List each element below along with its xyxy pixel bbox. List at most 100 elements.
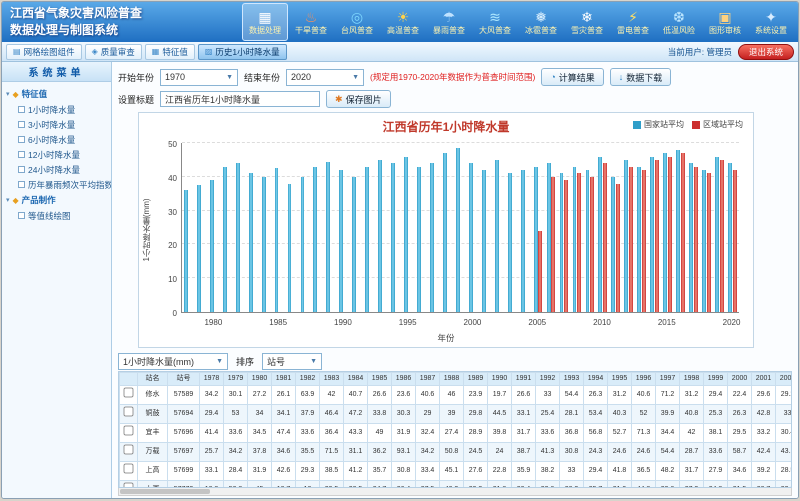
toolbar-item-雷电普查[interactable]: ⚡雷电普查 [610,3,656,41]
table-header-year[interactable]: 1978 [200,373,224,386]
bar-national-1978 [184,190,188,312]
bar-regional-2007 [564,180,568,312]
value-cell: 35.7 [368,462,392,481]
tab-质量审查[interactable]: ◈质量审查 [85,44,142,60]
chart-y-axis-label: 1小时降水量(mm) [141,198,152,261]
table-header-year[interactable]: 2002 [776,373,793,386]
tree-item-6小时降水量[interactable]: 6小时降水量 [4,132,109,147]
checkbox-icon[interactable] [18,151,25,158]
horizontal-scrollbar[interactable] [118,488,792,496]
sort-select[interactable]: 站号▼ [262,353,322,370]
title-controls-row: 设置标题 ✱保存图片 [118,88,792,110]
table-header-year[interactable]: 1990 [488,373,512,386]
toolbar-item-大风普查[interactable]: ≋大风普查 [472,3,518,41]
table-header-year[interactable]: 1980 [248,373,272,386]
table-header-year[interactable]: 1991 [512,373,536,386]
toolbar-item-台风普查[interactable]: ◎台风普查 [334,3,380,41]
row-checkbox[interactable] [124,445,134,455]
tab-特征值[interactable]: ▦特征值 [145,44,195,60]
table-header-year[interactable]: 1992 [536,373,560,386]
toolbar-item-冰雹普查[interactable]: ❅冰雹普查 [518,3,564,41]
scrollbar-thumb[interactable] [120,489,210,494]
table-header-name[interactable]: 站名 [138,373,168,386]
table-header-year[interactable]: 1999 [704,373,728,386]
start-year-select[interactable]: 1970▼ [160,69,238,86]
value-cell: 28.5 [776,462,793,481]
checkbox-icon[interactable] [18,121,25,128]
table-header-year[interactable]: 1989 [464,373,488,386]
tree-item-24小时降水量[interactable]: 24小时降水量 [4,162,109,177]
checkbox-icon[interactable] [18,166,25,173]
station-name: 修水 [138,386,168,405]
row-checkbox[interactable] [124,464,134,474]
element-filter-select[interactable]: 1小时降水量(mm)▼ [118,353,228,370]
table-row[interactable]: 宜丰5769641.433.634.547.433.636.443.34931.… [120,424,793,443]
table-row[interactable]: 万载5769725.734.237.834.635.571.531.136.29… [120,443,793,462]
table-header-year[interactable]: 1985 [368,373,392,386]
系统设置-icon: ✦ [765,9,777,25]
download-button[interactable]: ↓数据下载 [610,68,672,86]
toolbar-item-高温普查[interactable]: ☀高温普查 [380,3,426,41]
table-header-year[interactable]: 1996 [632,373,656,386]
table-header-year[interactable]: 1984 [344,373,368,386]
checkbox-icon[interactable] [18,181,25,188]
table-header-year[interactable]: 1995 [608,373,632,386]
tab-历史1小时降水量[interactable]: ▨历史1小时降水量 [198,44,287,60]
tree-item-等值线绘图[interactable]: 等值线绘图 [4,208,109,223]
table-header-year[interactable]: 1997 [656,373,680,386]
table-header-year[interactable]: 1979 [224,373,248,386]
bar-national-2010 [598,157,602,312]
toolbar-item-干旱普查[interactable]: ♨干旱普查 [288,3,334,41]
value-cell: 32.4 [416,424,440,443]
toolbar-item-数据处理[interactable]: ▦数据处理 [242,3,288,41]
toolbar-item-图形审核[interactable]: ▣图形审核 [702,3,748,41]
table-header-year[interactable]: 1988 [440,373,464,386]
table-header-year[interactable]: 1982 [296,373,320,386]
checkbox-icon[interactable] [18,106,25,113]
table-header-year[interactable]: 1986 [392,373,416,386]
table-header-year[interactable]: 1994 [584,373,608,386]
value-cell: 31.7 [512,424,536,443]
table-row[interactable]: 上高5769933.128.431.942.629.338.541.235.73… [120,462,793,481]
value-cell: 53.4 [584,405,608,424]
toolbar-item-雪灾普查[interactable]: ❄雪灾普查 [564,3,610,41]
row-checkbox[interactable] [124,388,134,398]
tree-item-3小时降水量[interactable]: 3小时降水量 [4,117,109,132]
tree-item-1小时降水量[interactable]: 1小时降水量 [4,102,109,117]
table-header-year[interactable]: 2000 [728,373,752,386]
checkbox-icon[interactable] [18,212,25,219]
tab-网格绘图组件[interactable]: ▤网格绘图组件 [6,44,82,60]
table-header-year[interactable]: 1993 [560,373,584,386]
table-header-year[interactable]: 2001 [752,373,776,386]
value-cell: 31.2 [608,386,632,405]
checkbox-icon[interactable] [18,136,25,143]
table-row[interactable]: 铜鼓5769429.4533434.137.946.447.233.830.32… [120,405,793,424]
row-checkbox[interactable] [124,407,134,417]
row-checkbox[interactable] [124,426,134,436]
tree-item-历年暴雨频次平均指数[interactable]: 历年暴雨频次平均指数 [4,177,109,192]
tree-item-12小时降水量[interactable]: 12小时降水量 [4,147,109,162]
value-cell: 33.1 [200,462,224,481]
end-year-select[interactable]: 2020▼ [286,69,364,86]
bar-national-1982 [236,163,240,312]
logout-button[interactable]: 退出系统 [738,44,794,60]
暴雨普查-icon: ☂ [443,9,456,25]
table-header-id[interactable]: 站号 [168,373,200,386]
chart-title-input[interactable] [160,91,320,107]
tree-group-特征值[interactable]: ▾◆特征值 [4,86,109,102]
calculate-button[interactable]: ◔计算结果 [541,68,603,86]
table-header-year[interactable]: 1983 [320,373,344,386]
高温普查-icon: ☀ [397,9,410,25]
tree-group-产品制作[interactable]: ▾◆产品制作 [4,192,109,208]
bar-national-2018 [702,170,706,312]
value-cell: 33.6 [224,424,248,443]
table-header-year[interactable]: 1981 [272,373,296,386]
toolbar-item-系统设置[interactable]: ✦系统设置 [748,3,794,41]
save-image-button[interactable]: ✱保存图片 [326,90,391,108]
table-row[interactable]: 上栗5777218.850.84518.71829.528.534.726.43… [120,481,793,489]
table-header-year[interactable]: 1987 [416,373,440,386]
toolbar-item-低温风险[interactable]: ❆低温风险 [656,3,702,41]
table-row[interactable]: 修水5758934.230.127.226.163.94240.726.623.… [120,386,793,405]
toolbar-item-暴雨普查[interactable]: ☂暴雨普查 [426,3,472,41]
table-header-year[interactable]: 1998 [680,373,704,386]
